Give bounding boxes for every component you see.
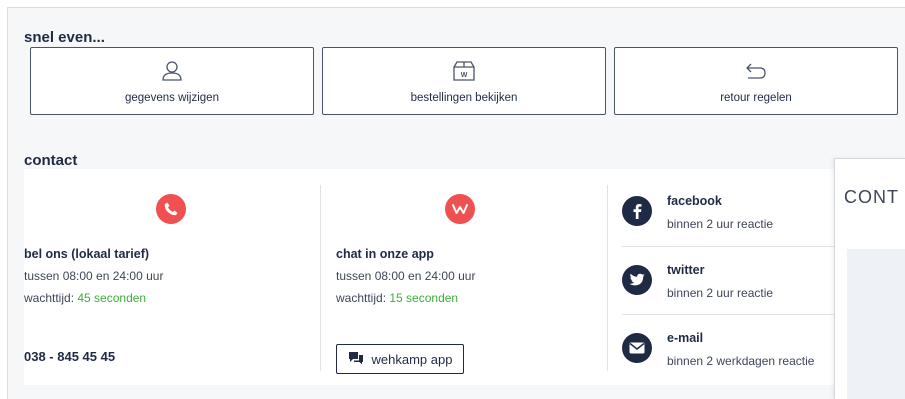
edit-details-label: gegevens wijzigen	[125, 92, 219, 104]
phone-wait-label: wachttijd:	[24, 291, 78, 305]
twitter-sub: binnen 2 uur reactie	[667, 286, 774, 300]
return-arrow-icon	[744, 60, 768, 82]
facebook-icon	[622, 196, 652, 226]
phone-hours: tussen 08:00 en 24:00 uur	[24, 269, 164, 283]
arrange-return-label: retour regelen	[720, 92, 792, 104]
email-title: e-mail	[667, 331, 704, 345]
phone-wait-value: 45 seconden	[77, 291, 147, 305]
social-separator	[622, 314, 838, 315]
twitter-contact[interactable]: twitter binnen 2 uur reactie	[622, 259, 838, 319]
wehkamp-logo-icon	[445, 194, 475, 224]
wehkamp-app-label: wehkamp app	[371, 351, 453, 367]
phone-wait: wachttijd: 45 seconden	[24, 291, 146, 305]
phone-title: bel ons (lokaal tarief)	[24, 247, 150, 261]
chat-hours: tussen 08:00 en 24:00 uur	[336, 269, 476, 283]
quick-section-title: snel even...	[24, 29, 105, 46]
arrange-return-button[interactable]: retour regelen	[614, 47, 898, 115]
chat-title: chat in onze app	[336, 247, 434, 261]
facebook-title: facebook	[667, 194, 722, 208]
chat-wait-label: wachttijd:	[336, 291, 390, 305]
chat-bubbles-icon	[348, 351, 364, 368]
mail-icon	[622, 333, 652, 363]
social-separator	[622, 246, 838, 247]
overlay-inner	[847, 249, 905, 399]
overlay-title: CONT	[844, 187, 899, 207]
email-contact[interactable]: e-mail binnen 2 werkdagen reactie	[622, 327, 838, 387]
column-separator	[607, 185, 608, 371]
email-sub: binnen 2 werkdagen reactie	[667, 354, 815, 368]
column-separator	[320, 185, 321, 371]
wehkamp-app-button[interactable]: wehkamp app	[336, 344, 464, 374]
phone-number[interactable]: 038 - 845 45 45	[24, 349, 115, 364]
contact-section-title: contact	[24, 152, 78, 169]
view-orders-button[interactable]: W bestellingen bekijken	[322, 47, 606, 115]
facebook-sub: binnen 2 uur reactie	[667, 217, 774, 231]
chat-wait: wachttijd: 15 seconden	[336, 291, 458, 305]
user-icon	[160, 60, 184, 82]
facebook-contact[interactable]: facebook binnen 2 uur reactie	[622, 190, 838, 250]
view-orders-label: bestellingen bekijken	[410, 92, 518, 104]
edit-details-button[interactable]: gegevens wijzigen	[30, 47, 314, 115]
twitter-title: twitter	[667, 263, 705, 277]
twitter-icon	[622, 265, 652, 295]
svg-text:W: W	[461, 72, 468, 79]
overlay-panel[interactable]: CONT	[834, 158, 905, 399]
chat-wait-value: 15 seconden	[389, 291, 459, 305]
package-icon: W	[452, 60, 476, 82]
phone-icon	[156, 194, 186, 224]
